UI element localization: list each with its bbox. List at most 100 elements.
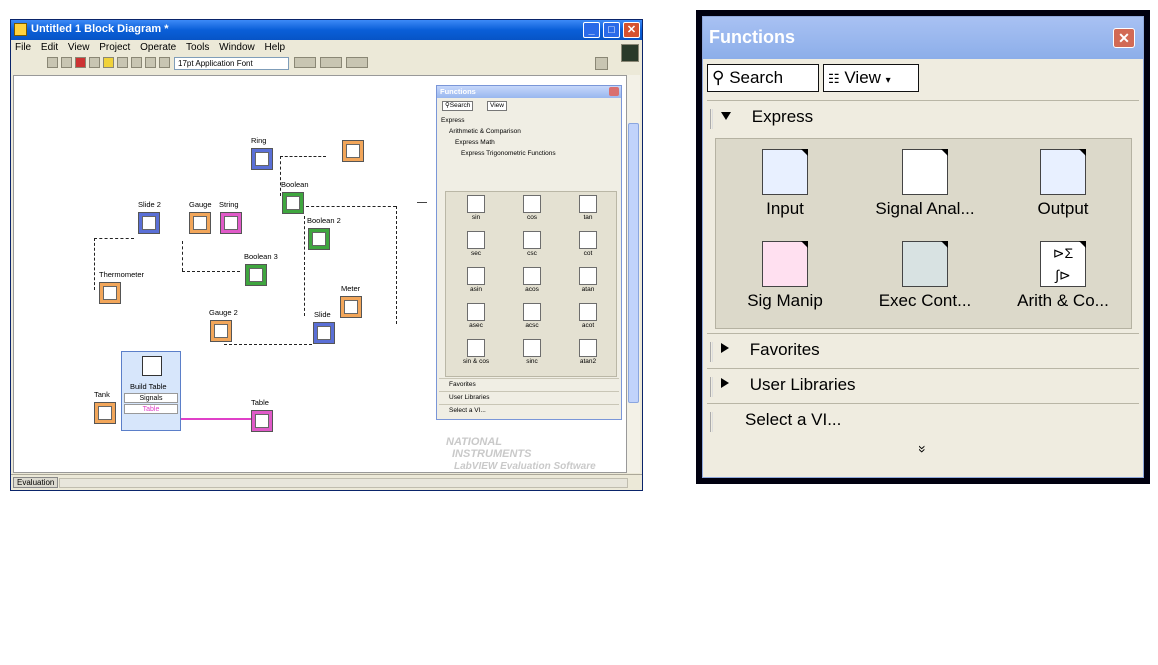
boolean3-terminal[interactable]	[245, 264, 267, 286]
palette-item-tan[interactable]: tan	[562, 194, 614, 229]
palette-item-label: sin	[471, 214, 481, 221]
functions-title: Functions	[709, 27, 795, 47]
pause-icon[interactable]	[89, 57, 100, 68]
retain-wire-values-icon[interactable]	[117, 57, 128, 68]
vertical-scrollbar[interactable]	[627, 75, 640, 473]
functions-close-button[interactable]: ✕	[1113, 28, 1135, 48]
run-continuous-icon[interactable]	[61, 57, 72, 68]
palette-item-label: sinc	[526, 358, 538, 365]
palette-item-input[interactable]: Input	[720, 141, 850, 226]
font-selector[interactable]: 17pt Application Font	[174, 57, 289, 70]
palette-item-acos[interactable]: acos	[506, 266, 558, 301]
waveform-node[interactable]	[342, 140, 364, 162]
mini-search-button[interactable]: ⚲Search	[442, 101, 474, 111]
palette-item-sin[interactable]: sin	[450, 194, 502, 229]
align-objects-icon[interactable]	[294, 57, 316, 68]
ring-terminal[interactable]	[251, 148, 273, 170]
watermark-line2: INSTRUMENTS	[452, 448, 532, 460]
palette-item-output[interactable]: Output	[998, 141, 1128, 226]
gauge2-terminal[interactable]	[210, 320, 232, 342]
menu-view[interactable]: View	[64, 40, 93, 53]
mini-row-user-libraries[interactable]: User Libraries	[439, 391, 619, 403]
signal-analysis-icon	[902, 149, 948, 195]
acos-icon	[523, 267, 541, 285]
palette-item-label: tan	[583, 214, 593, 221]
highlight-execution-icon[interactable]	[103, 57, 114, 68]
palette-item-signal-analysis[interactable]: Signal Anal...	[860, 141, 990, 226]
tree-arith[interactable]: Arithmetic & Comparison	[441, 126, 556, 137]
mini-view-button[interactable]: View	[487, 101, 507, 111]
menu-help[interactable]: Help	[261, 40, 289, 53]
maximize-button[interactable]: □	[603, 22, 620, 38]
express-category[interactable]: Express	[707, 100, 1139, 135]
slide-terminal[interactable]	[313, 322, 335, 344]
palette-item-arith-comparison[interactable]: ⊳Σ ∫⊳ Arith & Co...	[998, 233, 1128, 318]
status-bar: Evaluation	[11, 474, 642, 490]
evaluation-tab[interactable]: Evaluation	[13, 477, 59, 488]
tank-terminal[interactable]	[94, 402, 116, 424]
tree-express-math[interactable]: Express Math	[441, 137, 556, 148]
step-out-icon[interactable]	[159, 57, 170, 68]
menu-operate[interactable]: Operate	[136, 40, 179, 53]
reorder-icon[interactable]	[346, 57, 368, 68]
string-terminal[interactable]	[220, 212, 242, 234]
palette-item-cot[interactable]: cot	[562, 230, 614, 265]
step-into-icon[interactable]	[131, 57, 142, 68]
tan-icon	[579, 195, 597, 213]
help-icon[interactable]	[595, 57, 608, 70]
step-over-icon[interactable]	[145, 57, 156, 68]
gauge-terminal[interactable]	[189, 212, 211, 234]
wire	[417, 202, 427, 203]
palette-item-acsc[interactable]: acsc	[506, 302, 558, 337]
distribute-objects-icon[interactable]	[320, 57, 342, 68]
table-terminal[interactable]	[251, 410, 273, 432]
mini-row-select-vi[interactable]: Select a VI...	[439, 404, 619, 416]
menu-tools[interactable]: Tools	[182, 40, 212, 53]
search-button[interactable]: ⚲ Search	[707, 64, 819, 92]
palette-item-sig-manip[interactable]: Sig Manip	[720, 233, 850, 318]
palette-item-asec[interactable]: asec	[450, 302, 502, 337]
collapse-triangle-icon	[721, 378, 729, 388]
palette-item-cos[interactable]: cos	[506, 194, 558, 229]
minimize-button[interactable]: _	[583, 22, 600, 38]
boolean-terminal[interactable]	[282, 192, 304, 214]
mini-row-favorites[interactable]: Favorites	[439, 378, 619, 390]
palette-item-sec[interactable]: sec	[450, 230, 502, 265]
meter-label: Meter	[341, 284, 361, 293]
mini-search-label: Search	[449, 102, 471, 109]
boolean2-terminal[interactable]	[308, 228, 330, 250]
watermark-line3: LabVIEW Evaluation Software	[454, 461, 596, 472]
palette-item-atan2[interactable]: atan2	[562, 338, 614, 373]
toolbar: 17pt Application Font	[11, 44, 642, 72]
signals-port[interactable]: Signals	[124, 393, 178, 403]
menu-project[interactable]: Project	[95, 40, 133, 53]
view-button[interactable]: ☷ View ▾	[823, 64, 919, 92]
select-vi-row[interactable]: Select a VI... »	[707, 403, 1139, 473]
scroll-thumb[interactable]	[628, 123, 639, 403]
user-libraries-label: User Libraries	[749, 375, 856, 394]
run-arrow-icon[interactable]	[47, 57, 58, 68]
palette-item-csc[interactable]: csc	[506, 230, 558, 265]
table-port[interactable]: Table	[124, 404, 178, 414]
palette-item-sin-cos[interactable]: sin & cos	[450, 338, 502, 373]
slide2-terminal[interactable]	[138, 212, 160, 234]
close-button[interactable]: ✕	[623, 22, 640, 38]
mini-palette-close-button[interactable]	[609, 87, 619, 96]
horizontal-scrollbar[interactable]	[59, 478, 628, 488]
tree-trig[interactable]: Express Trigonometric Functions	[441, 148, 556, 159]
title-bar: Untitled 1 Block Diagram * _ □ ✕	[11, 20, 642, 40]
meter-terminal[interactable]	[340, 296, 362, 318]
abort-icon[interactable]	[75, 57, 86, 68]
palette-item-atan[interactable]: atan	[562, 266, 614, 301]
ring-label: Ring	[251, 136, 267, 145]
palette-item-asin[interactable]: asin	[450, 266, 502, 301]
palette-item-sinc[interactable]: sinc	[506, 338, 558, 373]
thermometer-terminal[interactable]	[99, 282, 121, 304]
menu-file[interactable]: File	[11, 40, 34, 53]
menu-edit[interactable]: Edit	[37, 40, 61, 53]
menu-window[interactable]: Window	[215, 40, 258, 53]
palette-item-acot[interactable]: acot	[562, 302, 614, 337]
expand-more-icon[interactable]: »	[915, 233, 931, 665]
tree-express[interactable]: Express	[441, 115, 556, 126]
build-table-express-vi[interactable]: Build Table Signals Table	[121, 351, 181, 431]
